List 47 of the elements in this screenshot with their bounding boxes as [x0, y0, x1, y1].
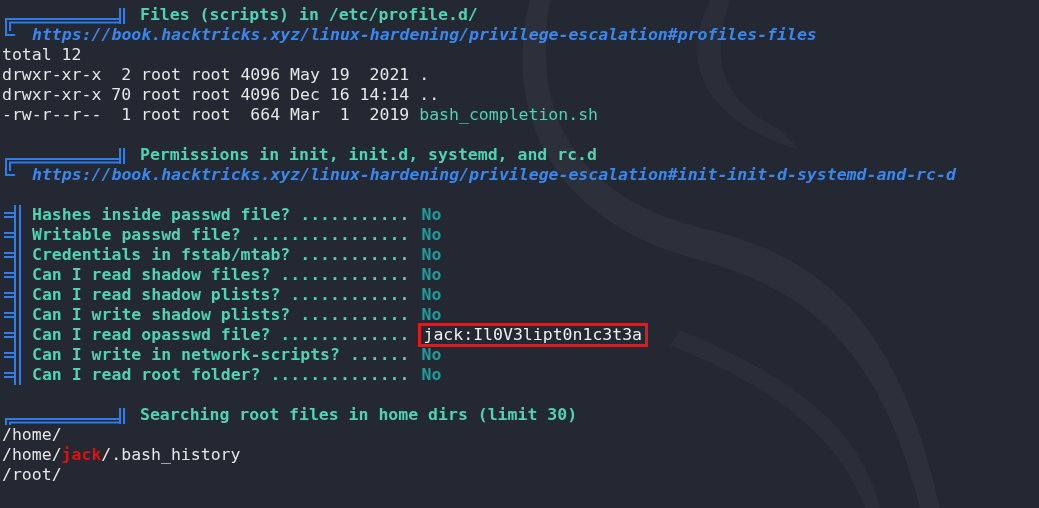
check-result: No [421, 305, 442, 325]
check-question: Can I write in network-scripts? ...... [32, 345, 410, 365]
output-text: /home/ [2, 445, 62, 465]
check-question: Can I write shadow plists? ........... [32, 305, 410, 325]
output-text: drwxr-xr-x 70 root root 4096 Dec 16 14:14 .. [2, 85, 440, 105]
output-text: /home/ [2, 425, 62, 445]
tree-branch-icon [2, 325, 22, 345]
bracket-corner-icon [2, 165, 16, 177]
check-question: Hashes inside passwd file? ........... [32, 205, 410, 225]
reference-link[interactable]: https://book.hacktricks.xyz/linux-hardening/privilege-escalation#profiles-files [32, 25, 817, 45]
output-text: drwxr-xr-x 2 root root 4096 May 19 2021 . [2, 65, 430, 85]
section-bracket-icon [2, 145, 128, 165]
tree-branch-icon [2, 305, 22, 325]
check-question: Can I read shadow files? ............. [32, 265, 410, 285]
check-result: No [421, 365, 442, 385]
user-name: jack [61, 445, 102, 465]
output-text: /.bash_history [101, 445, 241, 465]
tree-branch-icon [2, 265, 22, 285]
output-text: -rw-r--r-- 1 root root 664 Mar 1 2019 [2, 105, 411, 125]
tree-branch-icon [2, 345, 22, 365]
tree-branch-icon [2, 225, 22, 245]
check-result: No [421, 285, 442, 305]
check-question: Credentials in fstab/mtab? ........... [32, 245, 410, 265]
section-bracket-icon [2, 405, 128, 425]
check-result: No [421, 345, 442, 365]
reference-link[interactable]: https://book.hacktricks.xyz/linux-hardening/privilege-escalation#init-init-d-systemd-and-rc-d [32, 165, 956, 185]
section-title: Permissions in init, init.d, systemd, and rc.d [140, 145, 597, 165]
section-title: Searching root files in home dirs (limit 30) [140, 405, 578, 425]
output-text: /root/ [2, 465, 62, 485]
check-question: Can I read opasswd file? ............. [32, 325, 410, 345]
check-result: No [421, 225, 442, 245]
section-title: Files (scripts) in /etc/profile.d/ [140, 5, 478, 25]
check-result: No [421, 265, 442, 285]
tree-branch-icon [2, 205, 22, 225]
found-credential: jack:Il0V3lipt0n1c3t3a [419, 325, 647, 345]
file-name: bash_completion.sh [419, 105, 599, 125]
check-question: Can I read root folder? .............. [32, 365, 410, 385]
section-bracket-icon [2, 5, 128, 25]
check-result: No [421, 245, 442, 265]
check-question: Writable passwd file? ................ [32, 225, 410, 245]
tree-branch-icon [2, 285, 22, 305]
tree-branch-icon [2, 245, 22, 265]
check-question: Can I read shadow plists? ............ [32, 285, 410, 305]
bracket-corner-icon [2, 25, 16, 37]
output-text: total 12 [2, 45, 82, 65]
tree-branch-icon [2, 365, 22, 385]
check-result: No [421, 205, 442, 225]
